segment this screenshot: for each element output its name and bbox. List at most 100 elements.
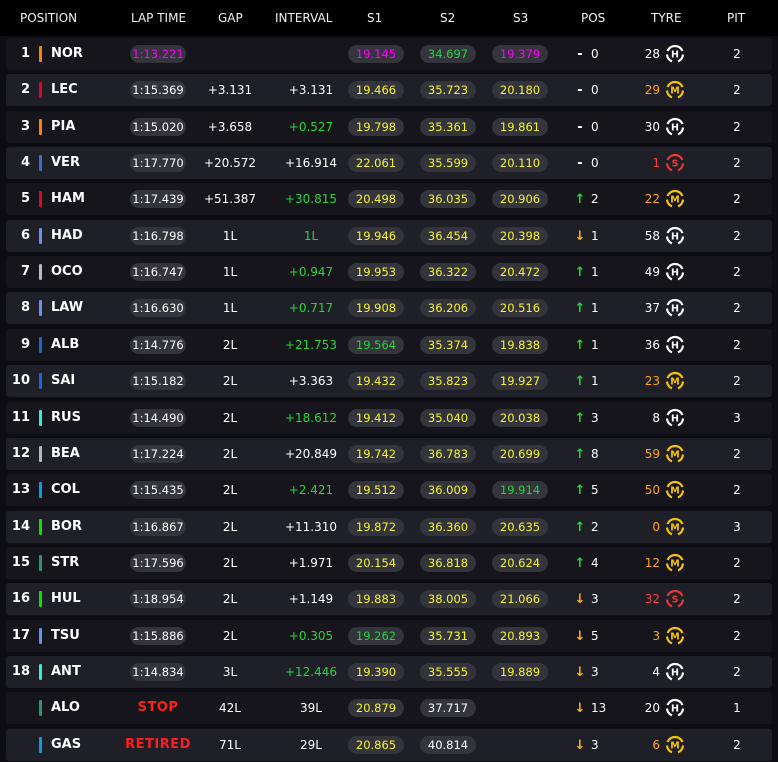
gap-value: 3L: [222, 664, 238, 679]
table-row[interactable]: GAS RETIRED 71L 29L 20.865 40.814 ↓ 3 6 M 2: [6, 728, 772, 761]
team-color-bar: [39, 445, 42, 462]
driver-code[interactable]: PIA: [51, 111, 75, 143]
sector-1-time: 19.390: [348, 662, 404, 681]
table-row[interactable]: 7 OCO 1:16.747 1L +0.947 19.953 36.322 20.472 ↑ 1…: [6, 256, 772, 289]
pit-stops: 2: [733, 446, 741, 461]
driver-code[interactable]: NOR: [51, 38, 83, 70]
pit-stops: 2: [733, 664, 741, 679]
position-change: ↑ 1: [572, 292, 624, 324]
position-change-value: 5: [591, 628, 599, 643]
table-row[interactable]: 16 HUL 1:18.954 2L +1.149 19.883 38.005 21.066 ↓…: [6, 583, 772, 616]
driver-code[interactable]: ANT: [51, 656, 81, 688]
interval-value: +18.612: [284, 410, 338, 425]
header-position[interactable]: POSITION: [20, 0, 77, 36]
table-row[interactable]: 8 LAW 1:16.630 1L +0.717 19.908 36.206 20.516 ↑ 1…: [6, 292, 772, 325]
sector-1-time: 19.798: [348, 117, 404, 136]
header-lap-time[interactable]: LAP TIME: [131, 0, 186, 36]
gap-value: 2L: [222, 446, 238, 461]
table-row[interactable]: 13 COL 1:15.435 2L +2.421 19.512 36.009 19.914 ↑…: [6, 474, 772, 507]
driver-code[interactable]: OCO: [51, 256, 83, 288]
table-row[interactable]: 9 ALB 1:14.776 2L +21.753 19.564 35.374 19.838 ↑…: [6, 328, 772, 361]
table-row[interactable]: ALO STOP 42L 39L 20.879 37.717 ↓ 13 20 H 1: [6, 692, 772, 725]
team-color-bar: [39, 264, 42, 281]
sector-3-time: 19.861: [492, 117, 548, 136]
tyre-compound-letter: H: [671, 668, 679, 679]
header-gap[interactable]: GAP: [218, 0, 243, 36]
table-row[interactable]: 5 HAM 1:17.439 +51.387 +30.815 20.498 36.035 20…: [6, 183, 772, 216]
driver-code[interactable]: SAI: [51, 365, 75, 397]
tyre-compound-icon: H: [665, 117, 685, 136]
position-change-value: 3: [591, 410, 599, 425]
lap-time: 1:15.435: [130, 481, 186, 500]
driver-code[interactable]: BOR: [51, 511, 82, 543]
lap-time: 1:16.630: [130, 299, 186, 318]
sector-3-time: 19.914: [492, 481, 548, 500]
table-row[interactable]: 12 BEA 1:17.224 2L +20.849 19.742 36.783 20.699…: [6, 437, 772, 470]
header-interval[interactable]: INTERVAL: [275, 0, 332, 36]
table-row[interactable]: 18 ANT 1:14.834 3L +12.446 19.390 35.555 19.889…: [6, 655, 772, 688]
lap-time: 1:13.221: [130, 45, 186, 63]
table-row[interactable]: 4 VER 1:17.770 +20.572 +16.914 22.061 35.599 20…: [6, 147, 772, 180]
tyre-age: 4: [652, 664, 660, 679]
position-change: ↑ 4: [572, 547, 624, 579]
driver-code[interactable]: VER: [51, 147, 80, 179]
tyre-compound-letter: H: [671, 413, 679, 424]
header-pos[interactable]: POS: [581, 0, 605, 36]
table-row[interactable]: 14 BOR 1:16.867 2L +11.310 19.872 36.360 20.635…: [6, 510, 772, 543]
header-tyre[interactable]: TYRE: [651, 0, 682, 36]
driver-code[interactable]: STR: [51, 547, 79, 579]
table-row[interactable]: 17 TSU 1:15.886 2L +0.305 19.262 35.731 20.893 ↓…: [6, 619, 772, 652]
driver-code[interactable]: HUL: [51, 583, 81, 615]
table-row[interactable]: 6 HAD 1:16.798 1L 1L 19.946 36.454 20.398 ↓ 1 58 H 2: [6, 219, 772, 252]
interval-value: +2.421: [288, 483, 334, 498]
table-row[interactable]: 11 RUS 1:14.490 2L +18.612 19.412 35.040 20.038…: [6, 401, 772, 434]
position-number: 4: [20, 155, 30, 171]
driver-code[interactable]: TSU: [51, 620, 80, 652]
header-s3[interactable]: S3: [513, 0, 528, 36]
interval-value: +1.149: [288, 592, 334, 607]
table-row[interactable]: 15 STR 1:17.596 2L +1.971 20.154 36.818 20.624 ↑…: [6, 546, 772, 579]
team-color-bar: [39, 554, 42, 571]
sector-1-time: 20.498: [348, 190, 404, 209]
position-change-value: 1: [591, 337, 599, 352]
tyre-compound-icon: M: [665, 553, 685, 572]
position-change-value: 2: [591, 192, 599, 207]
driver-code[interactable]: LEC: [51, 74, 78, 106]
tyre-compound-letter: M: [670, 486, 679, 497]
table-row[interactable]: 10 SAI 1:15.182 2L +3.363 19.432 35.823 19.927 ↑…: [6, 365, 772, 398]
driver-code[interactable]: ALO: [51, 692, 80, 724]
driver-code[interactable]: GAS: [51, 729, 81, 761]
sector-2-time: 36.206: [420, 299, 476, 318]
driver-code[interactable]: ALB: [51, 329, 79, 361]
sector-1-time: 19.742: [348, 444, 404, 463]
driver-code[interactable]: HAM: [51, 183, 85, 215]
driver-code[interactable]: LAW: [51, 292, 83, 324]
position-number: 3: [20, 118, 30, 134]
table-row[interactable]: 2 LEC 1:15.369 +3.131 +3.131 19.466 35.723 20.1…: [6, 74, 772, 107]
driver-code[interactable]: BEA: [51, 438, 80, 470]
lap-time: 1:15.020: [130, 117, 186, 136]
sector-2-time: 36.783: [420, 444, 476, 463]
position-change: ↑ 2: [572, 183, 624, 215]
header-s1[interactable]: S1: [367, 0, 382, 36]
lap-time: 1:17.439: [130, 190, 186, 209]
table-row[interactable]: 1 NOR 1:13.221 19.145 34.697 19.379 -0 28 H 2: [6, 38, 772, 70]
driver-code[interactable]: COL: [51, 474, 80, 506]
header-pit[interactable]: PIT: [727, 0, 745, 36]
team-color-bar: [39, 191, 42, 208]
tyre-age: 50: [644, 483, 660, 498]
gap-value: 1L: [222, 228, 238, 243]
driver-status: STOP: [137, 700, 179, 716]
table-row[interactable]: 3 PIA 1:15.020 +3.658 +0.527 19.798 35.361 19.8…: [6, 110, 772, 143]
position-change-value: 5: [591, 483, 599, 498]
tyre-age: 30: [644, 119, 660, 134]
interval-value: +0.305: [288, 628, 334, 643]
position-change-value: 3: [591, 737, 599, 752]
position-change: ↑ 5: [572, 474, 624, 506]
driver-code[interactable]: RUS: [51, 402, 81, 434]
tyre-age: 6: [652, 737, 660, 752]
driver-code[interactable]: HAD: [51, 220, 83, 252]
pit-stops: 3: [733, 519, 741, 534]
tyre-compound-letter: H: [671, 704, 679, 715]
header-s2[interactable]: S2: [440, 0, 455, 36]
